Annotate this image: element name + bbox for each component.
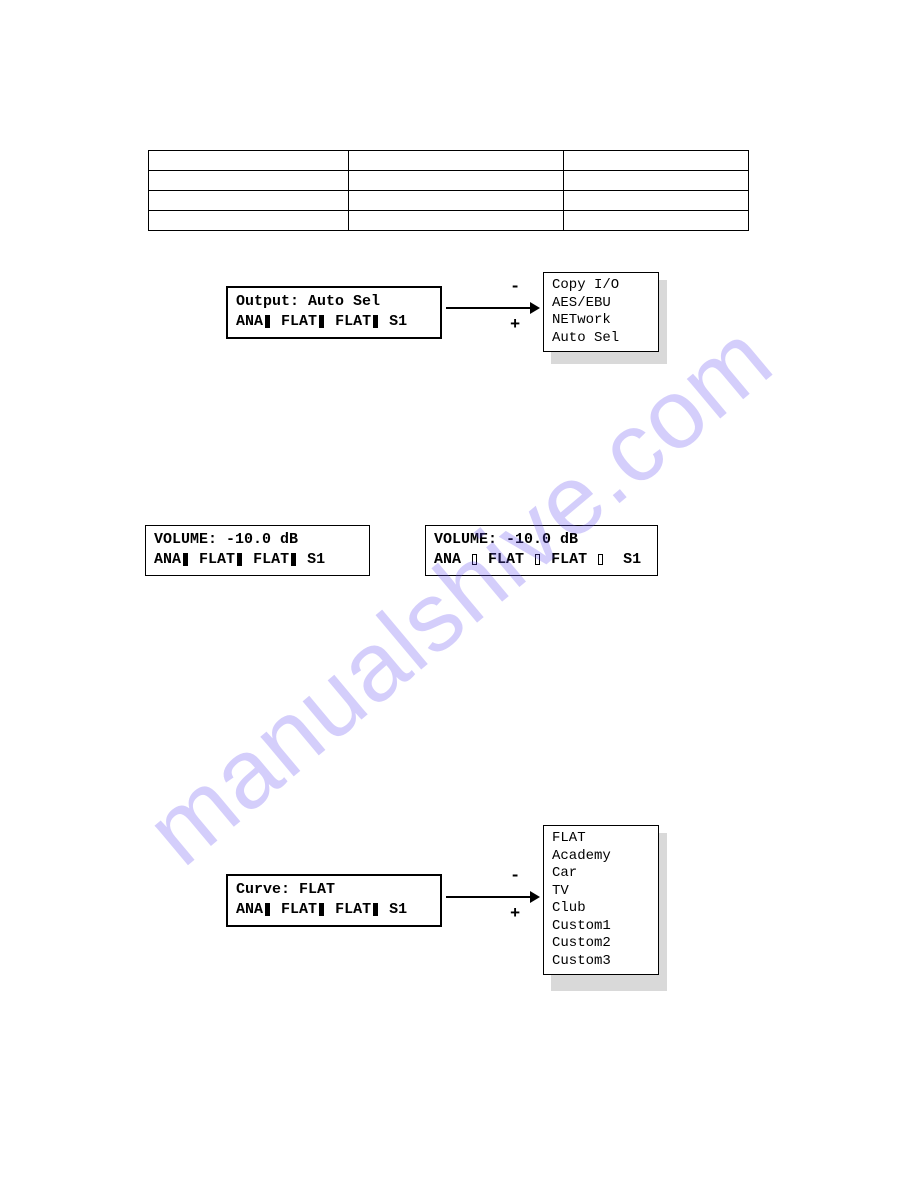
minus-sign: - xyxy=(510,867,520,886)
option-item: Custom1 xyxy=(552,918,650,936)
option-item: Club xyxy=(552,900,650,918)
plus-sign: + xyxy=(510,905,520,924)
watermark-text: manualshive.com xyxy=(125,301,793,887)
option-item: Car xyxy=(552,865,650,883)
option-item: Custom2 xyxy=(552,935,650,953)
volume-right-line1: VOLUME: -10.0 dB xyxy=(434,530,649,550)
volume-box-left: VOLUME: -10.0 dB ANA FLAT FLAT S1 xyxy=(145,525,370,576)
lcd-curve-line1: Curve: FLAT xyxy=(236,880,432,900)
volume-left-line1: VOLUME: -10.0 dB xyxy=(154,530,361,550)
option-item: FLAT xyxy=(552,830,650,848)
lcd-curve: Curve: FLAT ANA FLAT FLAT S1 xyxy=(226,874,442,927)
option-item: Academy xyxy=(552,848,650,866)
lcd-output-line2: ANA FLAT FLAT S1 xyxy=(236,312,432,332)
minus-sign: - xyxy=(510,278,520,297)
empty-table xyxy=(148,150,749,231)
volume-left-line2: ANA FLAT FLAT S1 xyxy=(154,550,361,570)
option-item: Auto Sel xyxy=(552,330,650,348)
lcd-curve-line2: ANA FLAT FLAT S1 xyxy=(236,900,432,920)
plus-sign: + xyxy=(510,316,520,335)
volume-box-right: VOLUME: -10.0 dB ANA FLAT FLAT S1 xyxy=(425,525,658,576)
arrow-icon xyxy=(446,888,541,906)
option-item: Copy I/O xyxy=(552,277,650,295)
lcd-output: Output: Auto Sel ANA FLAT FLAT S1 xyxy=(226,286,442,339)
arrow-icon xyxy=(446,299,541,317)
option-item: AES/EBU xyxy=(552,295,650,313)
lcd-output-line1: Output: Auto Sel xyxy=(236,292,432,312)
option-item: TV xyxy=(552,883,650,901)
option-item: NETwork xyxy=(552,312,650,330)
options-panel-output: Copy I/O AES/EBU NETwork Auto Sel xyxy=(543,272,659,352)
option-item: Custom3 xyxy=(552,953,650,971)
volume-right-line2: ANA FLAT FLAT S1 xyxy=(434,550,649,570)
options-panel-curve: FLAT Academy Car TV Club Custom1 Custom2… xyxy=(543,825,659,975)
